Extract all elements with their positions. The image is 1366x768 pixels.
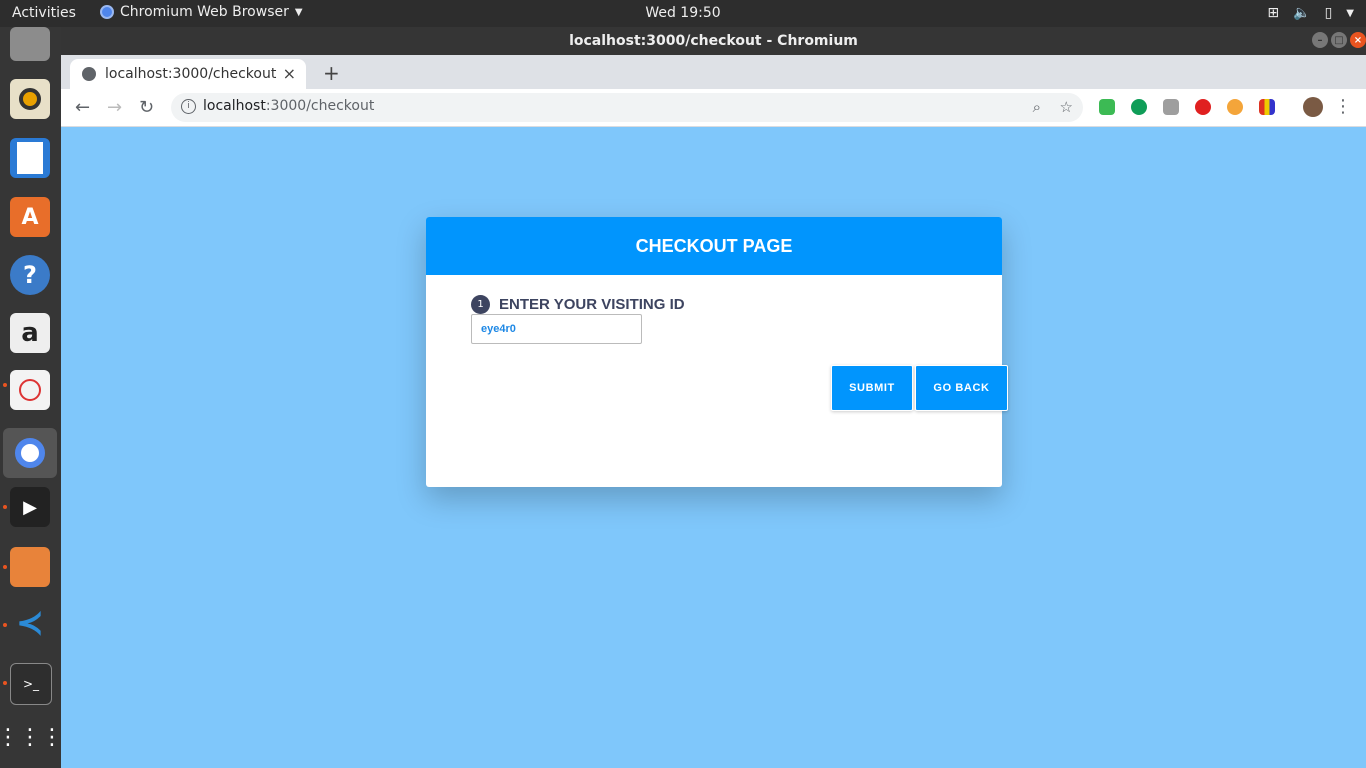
tab-label: localhost:3000/checkout (105, 66, 277, 82)
running-indicator (3, 681, 7, 685)
info-icon[interactable]: i (181, 99, 196, 114)
visiting-id-input[interactable] (471, 314, 642, 344)
maximize-icon[interactable]: □ (1331, 32, 1347, 48)
battery-icon: ▯ (1324, 5, 1333, 21)
url-text[interactable]: localhost:3000/checkout (203, 98, 374, 114)
running-indicator (3, 505, 7, 509)
bookmark-star-icon[interactable]: ☆ (1060, 98, 1073, 116)
tab-strip: localhost:3000/checkout × + (61, 55, 1366, 89)
terminal-icon[interactable]: >_ (10, 663, 52, 705)
window-title-bar: localhost:3000/checkout - Chromium – □ × (61, 27, 1366, 55)
page-viewport: CHECKOUT PAGE 1 ENTER YOUR VISITING ID S… (61, 127, 1366, 768)
dock: A ? a ▶ ≺ >_ ⋮⋮⋮ (0, 27, 63, 768)
chevron-down-icon: ▼ (1346, 7, 1354, 19)
reload-icon[interactable]: ↻ (139, 97, 154, 118)
close-window-icon[interactable]: × (1350, 32, 1366, 48)
rhythmbox-icon[interactable] (10, 79, 50, 119)
running-indicator (3, 565, 7, 569)
writer-icon[interactable] (10, 138, 50, 178)
back-icon[interactable]: ← (75, 97, 90, 118)
vscode-icon[interactable]: ≺ (10, 603, 50, 643)
files-icon[interactable] (10, 27, 50, 61)
go-back-button[interactable]: GO BACK (915, 365, 1008, 411)
browser-toolbar: ← → ↻ i localhost:3000/checkout ⌕ ☆ ⋮ (61, 89, 1366, 127)
avatar[interactable] (1303, 97, 1323, 117)
window-title: localhost:3000/checkout - Chromium (569, 33, 858, 49)
network-icon: ⊞ (1267, 5, 1280, 21)
window-controls: – □ × (1312, 32, 1366, 48)
archive-icon[interactable] (10, 547, 50, 587)
close-tab-icon[interactable]: × (283, 64, 296, 83)
new-tab-button[interactable]: + (323, 61, 340, 85)
system-top-bar: Activities Chromium Web Browser ▼ Wed 19… (0, 0, 1366, 27)
volume-icon: 🔈 (1293, 5, 1311, 21)
globe-icon (82, 67, 96, 81)
menu-icon[interactable]: ⋮ (1334, 96, 1352, 117)
help-icon[interactable]: ? (10, 255, 50, 295)
page-title: CHECKOUT PAGE (426, 217, 1002, 275)
checkout-card: CHECKOUT PAGE 1 ENTER YOUR VISITING ID S… (426, 217, 1008, 487)
forward-icon[interactable]: → (107, 97, 122, 118)
step-label: ENTER YOUR VISITING ID (499, 296, 685, 313)
software-icon[interactable]: A (10, 197, 50, 237)
chromium-dock-icon[interactable] (3, 428, 57, 478)
submit-button[interactable]: SUBMIT (831, 365, 913, 411)
extension-adblock-icon[interactable] (1195, 99, 1211, 115)
running-indicator (3, 623, 7, 627)
tab-checkout[interactable]: localhost:3000/checkout × (70, 59, 306, 89)
address-bar[interactable]: i localhost:3000/checkout ⌕ ☆ (171, 93, 1083, 122)
extension-chat-icon[interactable] (1131, 99, 1147, 115)
running-indicator (3, 383, 7, 387)
extension-caption-icon[interactable] (1163, 99, 1179, 115)
amazon-icon[interactable]: a (10, 313, 50, 353)
minimize-icon[interactable]: – (1312, 32, 1328, 48)
system-tray[interactable]: ⊞ 🔈 ▯ ▼ (1267, 5, 1354, 21)
zoom-icon[interactable]: ⌕ (1033, 98, 1041, 116)
extension-bars-icon[interactable] (1259, 99, 1275, 115)
step-number-badge: 1 (471, 295, 490, 314)
extension-face-icon[interactable] (1227, 99, 1243, 115)
clock[interactable]: Wed 19:50 (0, 5, 1366, 21)
editor-icon[interactable] (10, 370, 50, 410)
show-apps-icon[interactable]: ⋮⋮⋮ (0, 717, 63, 757)
step-indicator: 1 ENTER YOUR VISITING ID (471, 295, 685, 314)
media-player-icon[interactable]: ▶ (10, 487, 50, 527)
extension-mail-icon[interactable] (1099, 99, 1115, 115)
